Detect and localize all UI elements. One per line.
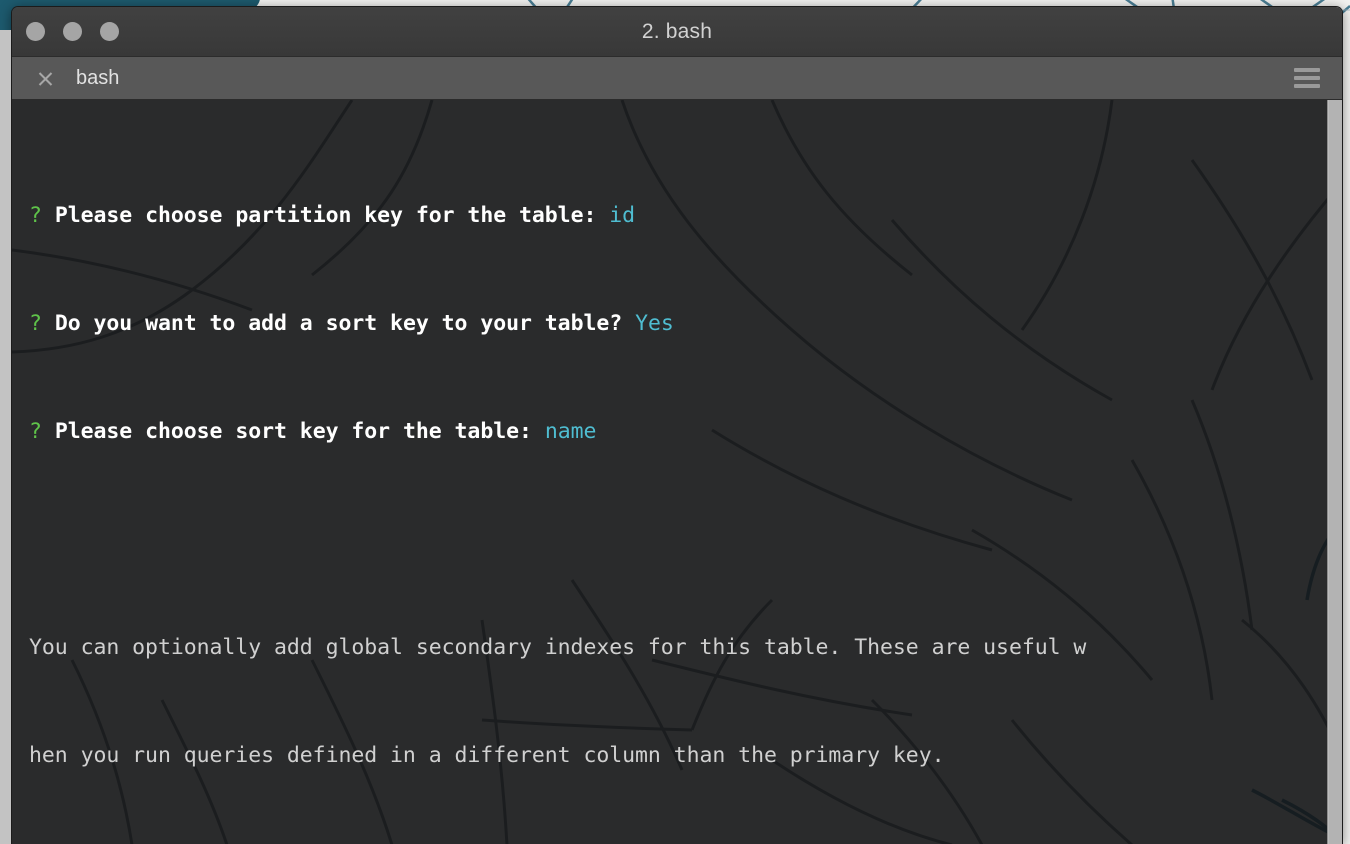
prompt-question: Do you want to add a sort key to your ta… <box>54 311 623 336</box>
hamburger-line-2 <box>1294 76 1320 80</box>
hamburger-line-3 <box>1294 84 1320 88</box>
minimize-button[interactable] <box>63 22 82 41</box>
window-left-edge <box>0 30 11 844</box>
terminal-line: hen you run queries defined in a differe… <box>29 743 945 768</box>
vertical-scrollbar[interactable] <box>1327 100 1342 844</box>
zoom-button[interactable] <box>100 22 119 41</box>
tab-bar: bash <box>12 57 1342 100</box>
prompt-answer: id <box>609 203 636 228</box>
terminal-window: 2. bash bash ? Please choose partition k… <box>11 6 1343 844</box>
terminal-line: ? Please choose sort key for the table: … <box>29 414 1342 450</box>
terminal-line: You can optionally add global secondary … <box>29 635 1087 660</box>
prompt-question: Please choose sort key for the table: <box>54 419 532 444</box>
scrollbar-thumb[interactable] <box>1329 100 1342 844</box>
prompt-marker: ? <box>29 419 42 444</box>
terminal-output: ? Please choose partition key for the ta… <box>12 100 1342 844</box>
prompt-answer: Yes <box>635 311 674 336</box>
close-button[interactable] <box>26 22 45 41</box>
window-titlebar[interactable]: 2. bash <box>12 7 1342 57</box>
tab-bash[interactable]: bash <box>76 67 119 90</box>
terminal-line: ? Do you want to add a sort key to your … <box>29 306 1342 342</box>
terminal-line: ? Please choose partition key for the ta… <box>29 198 1342 234</box>
prompt-marker: ? <box>29 311 42 336</box>
prompt-answer: name <box>544 419 597 444</box>
terminal-content-area[interactable]: ? Please choose partition key for the ta… <box>12 100 1342 844</box>
window-title: 2. bash <box>641 19 713 43</box>
window-traffic-lights[interactable] <box>12 22 119 41</box>
prompt-question: Please choose partition key for the tabl… <box>54 203 597 228</box>
close-icon[interactable] <box>37 70 54 87</box>
hamburger-line-1 <box>1294 68 1320 72</box>
hamburger-icon[interactable] <box>1294 68 1320 88</box>
prompt-marker: ? <box>29 203 42 228</box>
